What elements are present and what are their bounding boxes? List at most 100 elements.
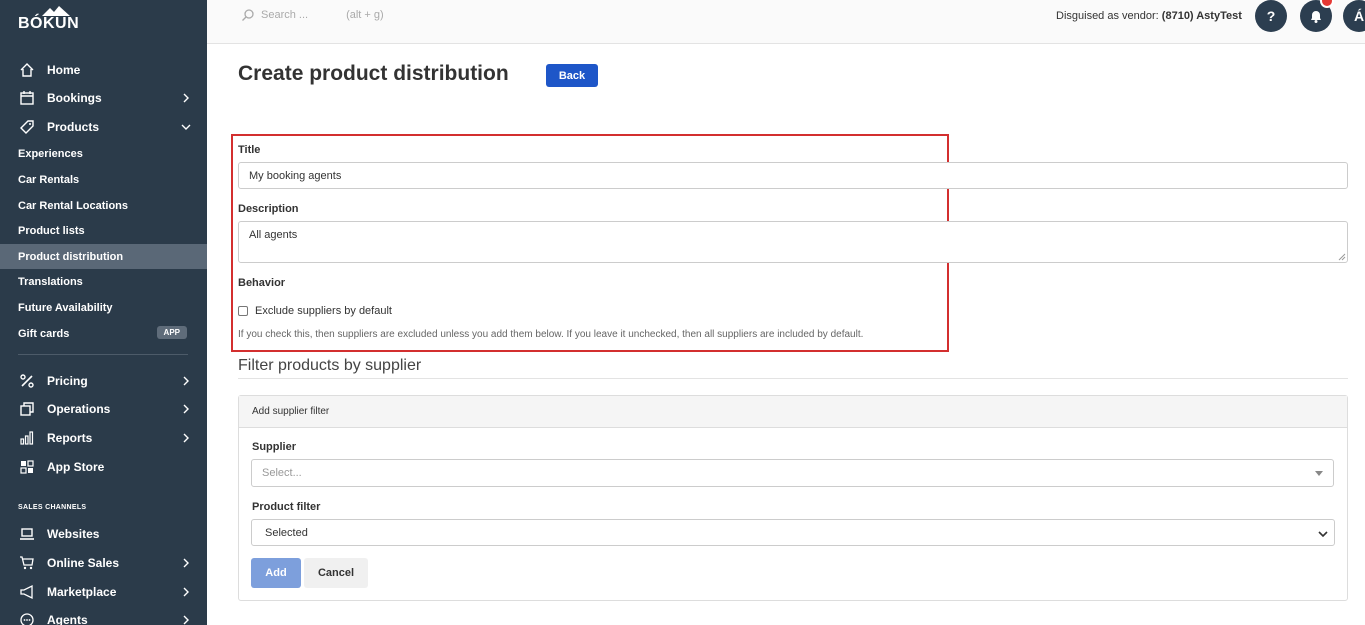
notifications-button[interactable] [1300, 0, 1334, 32]
percent-icon [18, 372, 36, 390]
megaphone-icon [18, 583, 36, 601]
avatar-initial: Á [1353, 8, 1365, 24]
bokun-logo[interactable]: BÓKUN [18, 6, 80, 34]
sidebar-item-app-store[interactable]: App Store [18, 456, 193, 478]
tag-icon [18, 118, 36, 136]
back-button[interactable]: Back [546, 64, 598, 87]
chevron-right-icon [183, 587, 189, 597]
chevron-right-icon [183, 615, 189, 625]
cancel-button[interactable]: Cancel [304, 558, 368, 588]
search-icon [242, 9, 254, 21]
calendar-icon [18, 89, 36, 107]
search-shortcut-hint: (alt + g) [346, 9, 384, 21]
sidebar-subitem-label: Experiences [18, 148, 83, 160]
sidebar-subitem-car-rental-locations[interactable]: Car Rental Locations [0, 194, 207, 218]
sidebar-item-label: Websites [47, 527, 100, 541]
sidebar-item-label: Products [47, 120, 100, 134]
sidebar-subitem-product-distribution[interactable]: Product distribution [0, 244, 207, 269]
exclude-suppliers-label[interactable]: Exclude suppliers by default [255, 305, 392, 317]
bell-icon [1311, 11, 1321, 23]
chevron-right-icon [183, 404, 189, 414]
chevron-right-icon [183, 433, 189, 443]
disguised-vendor-info: Disguised as vendor: (8710) AstyTest [1056, 10, 1242, 22]
user-avatar[interactable]: Á [1343, 0, 1365, 32]
supplier-filter-panel: Add supplier filter [238, 395, 1348, 601]
sidebar-item-online-sales[interactable]: Online Sales [18, 552, 193, 574]
sidebar-subitem-label: Future Availability [18, 302, 113, 314]
laptop-icon [18, 525, 36, 543]
product-filter-select[interactable]: Selected [251, 519, 1335, 546]
sidebar-item-pricing[interactable]: Pricing [18, 370, 193, 392]
exclude-help-text: If you check this, then suppliers are ex… [238, 329, 864, 340]
sidebar-item-label: Online Sales [47, 556, 120, 570]
sidebar-subitem-label: Car Rentals [18, 174, 80, 186]
title-input[interactable]: My booking agents [238, 162, 1348, 189]
behavior-label: Behavior [238, 277, 286, 289]
add-button[interactable]: Add [251, 558, 301, 588]
sidebar-item-home[interactable]: Home [18, 59, 193, 81]
sidebar-item-bookings[interactable]: Bookings [18, 87, 193, 109]
sidebar-subitem-label: Product distribution [18, 250, 124, 263]
sidebar-subitem-gift-cards[interactable]: Gift cards APP [0, 322, 207, 346]
sidebar-subitem-label: Product lists [18, 225, 85, 237]
help-icon: ? [1266, 8, 1276, 24]
search-input[interactable]: Search ... [261, 9, 308, 21]
sidebar-item-agents[interactable]: Agents [18, 609, 193, 625]
sidebar-item-label: Agents [47, 613, 88, 625]
sidebar-item-label: App Store [47, 460, 105, 474]
help-button[interactable]: ? [1255, 0, 1287, 32]
home-icon [18, 61, 36, 79]
apps-grid-icon [18, 458, 36, 476]
section-divider [238, 378, 1348, 379]
sidebar-subitem-product-lists[interactable]: Product lists [0, 219, 207, 243]
description-label: Description [238, 203, 299, 215]
sidebar-item-label: Pricing [47, 374, 88, 388]
app-badge: APP [156, 326, 187, 339]
product-filter-label: Product filter [252, 501, 321, 513]
sidebar-subitem-experiences[interactable]: Experiences [0, 142, 207, 166]
exclude-suppliers-checkbox[interactable] [238, 306, 248, 316]
sidebar-subitem-label: Car Rental Locations [18, 200, 129, 212]
disguised-prefix: Disguised as vendor: [1056, 10, 1159, 22]
notification-badge [1320, 0, 1334, 8]
sidebar-item-websites[interactable]: Websites [18, 523, 193, 545]
sidebar-item-operations[interactable]: Operations [18, 398, 193, 420]
chevron-right-icon [183, 558, 189, 568]
sidebar-item-label: Operations [47, 402, 111, 416]
bar-chart-icon [18, 429, 36, 447]
chevron-down-icon [1318, 531, 1328, 538]
page-title: Create product distribution [238, 62, 509, 85]
chevron-right-icon [183, 93, 189, 103]
description-textarea[interactable]: All agents [238, 221, 1348, 263]
description-value: All agents [249, 229, 298, 241]
sidebar-subitem-car-rentals[interactable]: Car Rentals [0, 168, 207, 192]
chevron-down-icon [181, 124, 191, 130]
panel-header: Add supplier filter [239, 396, 1347, 428]
filter-section-title: Filter products by supplier [238, 357, 422, 374]
sidebar-divider [18, 354, 188, 355]
sidebar-subitem-future-availability[interactable]: Future Availability [0, 296, 207, 320]
supplier-placeholder: Select... [262, 467, 302, 479]
resize-handle-icon[interactable] [1338, 253, 1346, 261]
supplier-label: Supplier [252, 441, 297, 453]
product-filter-value: Selected [265, 526, 308, 539]
global-search[interactable]: Search ... (alt + g) [241, 8, 384, 22]
sidebar-item-label: Bookings [47, 91, 102, 105]
supplier-select[interactable]: Select... [251, 459, 1334, 487]
title-label: Title [238, 144, 261, 156]
sidebar-item-label: Marketplace [47, 585, 117, 599]
sidebar-subitem-label: Gift cards [18, 328, 70, 340]
sidebar-item-products[interactable]: Products [18, 116, 193, 138]
sales-channels-heading: SALES CHANNELS [18, 504, 87, 511]
top-bar: Search ... (alt + g) Disguised as vendor… [207, 0, 1365, 44]
sidebar-item-marketplace[interactable]: Marketplace [18, 581, 193, 603]
sidebar-item-label: Reports [47, 431, 93, 445]
sidebar-item-reports[interactable]: Reports [18, 427, 193, 449]
logo-text: BÓKUN [18, 15, 80, 32]
sidebar-item-label: Home [47, 63, 81, 77]
copy-icon [18, 400, 36, 418]
sidebar-subitem-label: Translations [18, 276, 83, 288]
sidebar-subitem-translations[interactable]: Translations [0, 270, 207, 294]
cart-icon [18, 554, 36, 572]
agents-icon [18, 611, 36, 625]
